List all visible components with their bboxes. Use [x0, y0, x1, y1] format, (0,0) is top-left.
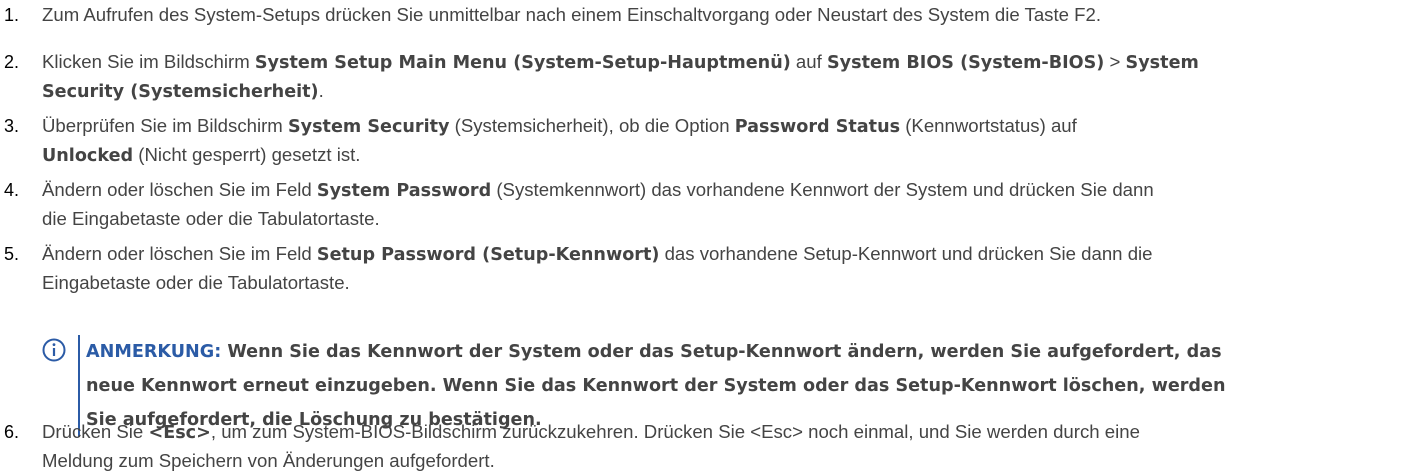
note-line: ANMERKUNG: Wenn Sie das Kennwort der Sys…: [86, 335, 1386, 369]
step-text: die Eingabetaste oder die Tabulatortaste…: [42, 208, 380, 229]
step-2: 2. Klicken Sie im Bildschirm System Setu…: [4, 48, 1402, 106]
step-text: Ändern oder löschen Sie im Feld: [42, 243, 317, 264]
step-number: 2.: [4, 52, 20, 72]
step-line: Drücken Sie <Esc>, um zum System-BIOS-Bi…: [42, 418, 1402, 447]
ui-term: Setup Password (Setup-Kennwort): [316, 245, 660, 265]
step-text: (Nicht gesperrt) gesetzt ist.: [133, 144, 361, 165]
ui-term: System Password: [316, 181, 492, 201]
step-text: Ändern oder löschen Sie im Feld: [42, 179, 317, 200]
step-6: 6. Drücken Sie <Esc>, um zum System-BIOS…: [4, 418, 1402, 475]
step-text: Drücken Sie: [42, 421, 149, 442]
step-text: das vorhandene Setup-Kennwort und drücke…: [659, 243, 1153, 264]
step-number: 1.: [4, 5, 20, 25]
step-text: Klicken Sie im Bildschirm: [42, 51, 255, 72]
note-label: ANMERKUNG:: [86, 342, 222, 362]
note-line: neue Kennwort erneut einzugeben. Wenn Si…: [86, 376, 1226, 396]
ui-term: System Security: [287, 117, 450, 137]
ui-term: Unlocked: [42, 146, 134, 166]
note-line-text: Wenn Sie das Kennwort der System oder da…: [221, 342, 1222, 362]
ui-term: System BIOS (System-BIOS): [826, 53, 1105, 73]
step-line: Ändern oder löschen Sie im Feld Setup Pa…: [42, 240, 1402, 269]
step-line: Eingabetaste oder die Tabulatortaste.: [42, 269, 1402, 297]
step-text: (Systemkennwort) das vorhandene Kennwort…: [491, 179, 1154, 200]
ui-term: Security (Systemsicherheit): [42, 82, 319, 102]
step-line: Überprüfen Sie im Bildschirm System Secu…: [42, 112, 1402, 141]
step-text: Eingabetaste oder die Tabulatortaste.: [42, 272, 350, 293]
step-text: .: [318, 80, 324, 101]
step-number: 4.: [4, 180, 20, 200]
step-text: Überprüfen Sie im Bildschirm: [42, 115, 288, 136]
step-line: Meldung zum Speichern von Änderungen auf…: [42, 447, 1402, 475]
step-text: (Kennwortstatus) auf: [900, 115, 1077, 136]
ui-term: System: [1125, 53, 1199, 73]
step-text: auf: [790, 51, 827, 72]
step-line: Unlocked (Nicht gesperrt) gesetzt ist.: [42, 141, 1402, 170]
info-circle-icon: [42, 338, 66, 362]
step-4: 4. Ändern oder löschen Sie im Feld Syste…: [4, 176, 1402, 233]
step-line: Security (Systemsicherheit).: [42, 77, 1402, 106]
step-text: , um zum System-BIOS-Bildschirm zurückzu…: [210, 421, 1140, 442]
step-5: 5. Ändern oder löschen Sie im Feld Setup…: [4, 240, 1402, 297]
step-line: die Eingabetaste oder die Tabulatortaste…: [42, 205, 1402, 233]
step-text: Zum Aufrufen des System-Setups drücken S…: [42, 4, 1101, 25]
step-text: >: [1104, 51, 1126, 72]
step-number: 5.: [4, 244, 20, 264]
step-line: Zum Aufrufen des System-Setups drücken S…: [42, 1, 1402, 29]
step-number: 3.: [4, 116, 20, 136]
step-line: Ändern oder löschen Sie im Feld System P…: [42, 176, 1402, 205]
step-1: 1. Zum Aufrufen des System-Setups drücke…: [4, 1, 1402, 29]
procedure-steps: 1. Zum Aufrufen des System-Setups drücke…: [0, 0, 1415, 473]
ui-term: System Setup Main Menu (System-Setup-Hau…: [254, 53, 791, 73]
step-3: 3. Überprüfen Sie im Bildschirm System S…: [4, 112, 1402, 170]
ui-term: <Esc>: [148, 423, 211, 443]
ui-term: Password Status: [734, 117, 901, 137]
step-text: (Systemsicherheit), ob die Option: [449, 115, 735, 136]
step-text: Meldung zum Speichern von Änderungen auf…: [42, 450, 495, 471]
step-number: 6.: [4, 422, 20, 442]
step-line: Klicken Sie im Bildschirm System Setup M…: [42, 48, 1402, 77]
